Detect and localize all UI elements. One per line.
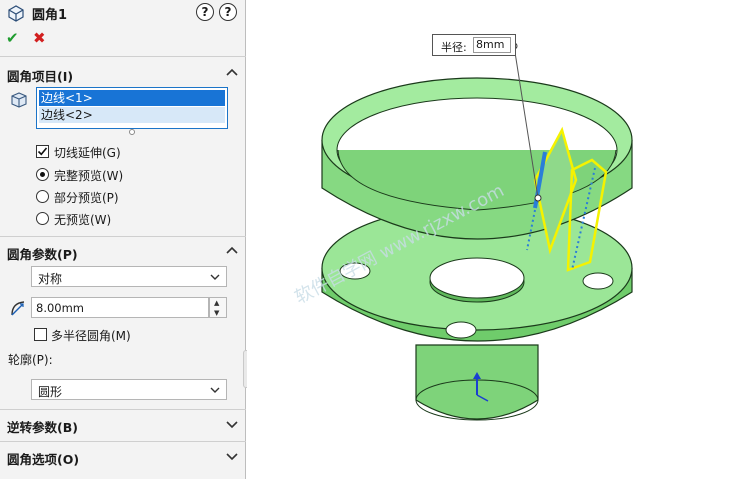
radius-value: 8.00mm: [36, 301, 85, 315]
help-icon[interactable]: ?: [196, 3, 214, 21]
checkmark-icon: [37, 147, 48, 156]
tangent-propagation-label: 切线延伸(G): [54, 146, 121, 160]
profile-select[interactable]: 圆形: [31, 379, 227, 400]
items-section-header[interactable]: 圆角项目(I): [0, 62, 246, 86]
partial-preview-label: 部分预览(P): [54, 191, 119, 205]
options-section-title: 圆角选项(O): [7, 452, 80, 467]
reverse-section-title: 逆转参数(B): [7, 420, 78, 435]
params-section-header[interactable]: 圆角参数(P): [0, 240, 246, 264]
no-preview-label: 无预览(W): [54, 213, 112, 227]
full-preview-radio[interactable]: [36, 168, 49, 181]
fillet-method-select[interactable]: 对称: [31, 266, 227, 287]
chevron-up-icon[interactable]: [226, 245, 238, 257]
radius-callout[interactable]: 半径: 8mm: [432, 34, 516, 56]
list-item[interactable]: 边线<1>: [38, 89, 226, 107]
edge-select-icon: [11, 92, 27, 108]
cancel-button[interactable]: ✖: [33, 29, 49, 47]
tangent-propagation-checkbox[interactable]: [36, 145, 49, 158]
ok-button[interactable]: ✔: [6, 29, 22, 47]
partial-preview-radio[interactable]: [36, 190, 49, 203]
callout-label: 半径:: [441, 41, 467, 54]
fillet-method-value: 对称: [38, 272, 63, 286]
full-preview-label: 完整预览(W): [54, 169, 124, 183]
chevron-up-icon[interactable]: [226, 67, 238, 79]
help-info-icon[interactable]: ?: [219, 3, 237, 21]
radius-spinner[interactable]: ▲ ▼: [209, 297, 227, 318]
edges-listbox[interactable]: 边线<1> 边线<2>: [36, 87, 228, 129]
chevron-down-icon[interactable]: [226, 450, 238, 462]
items-section-title: 圆角项目(I): [7, 69, 74, 84]
profile-label: 轮廓(P):: [8, 353, 53, 367]
profile-value: 圆形: [38, 385, 63, 399]
options-section-header[interactable]: 圆角选项(O): [0, 445, 246, 469]
multi-radius-checkbox[interactable]: [34, 328, 47, 341]
panel-title: 圆角1: [32, 8, 68, 23]
divider: [0, 56, 246, 57]
spin-down-icon[interactable]: ▼: [214, 309, 219, 317]
chevron-down-icon: [210, 274, 220, 280]
spin-up-icon[interactable]: ▲: [214, 299, 219, 307]
radius-icon: [11, 301, 25, 316]
no-preview-radio[interactable]: [36, 212, 49, 225]
panel-title-row: 圆角1 ? ?: [0, 0, 246, 26]
property-manager-panel: 圆角1 ? ? ✔ ✖ 圆角项目(I) 边线<1> 边线<2> 切线延伸(G) …: [0, 0, 246, 479]
divider: [0, 236, 246, 237]
chevron-down-icon[interactable]: [226, 418, 238, 430]
divider: [0, 441, 246, 442]
listbox-resize-handle[interactable]: [129, 129, 135, 135]
reverse-section-header[interactable]: 逆转参数(B): [0, 413, 246, 437]
fillet-feature-icon: [8, 5, 24, 22]
callout-value[interactable]: 8mm: [473, 37, 511, 53]
divider: [0, 409, 246, 410]
params-section-title: 圆角参数(P): [7, 247, 78, 262]
solidworks-window: 圆角1 ? ? ✔ ✖ 圆角项目(I) 边线<1> 边线<2> 切线延伸(G) …: [0, 0, 733, 479]
part-model[interactable]: [247, 0, 733, 479]
list-item[interactable]: 边线<2>: [39, 107, 225, 123]
radius-input[interactable]: 8.00mm: [31, 297, 209, 318]
multi-radius-label: 多半径圆角(M): [51, 329, 131, 343]
graphics-viewport[interactable]: 软件自学网 www.rjzxw.com: [247, 0, 733, 479]
chevron-down-icon: [210, 387, 220, 393]
